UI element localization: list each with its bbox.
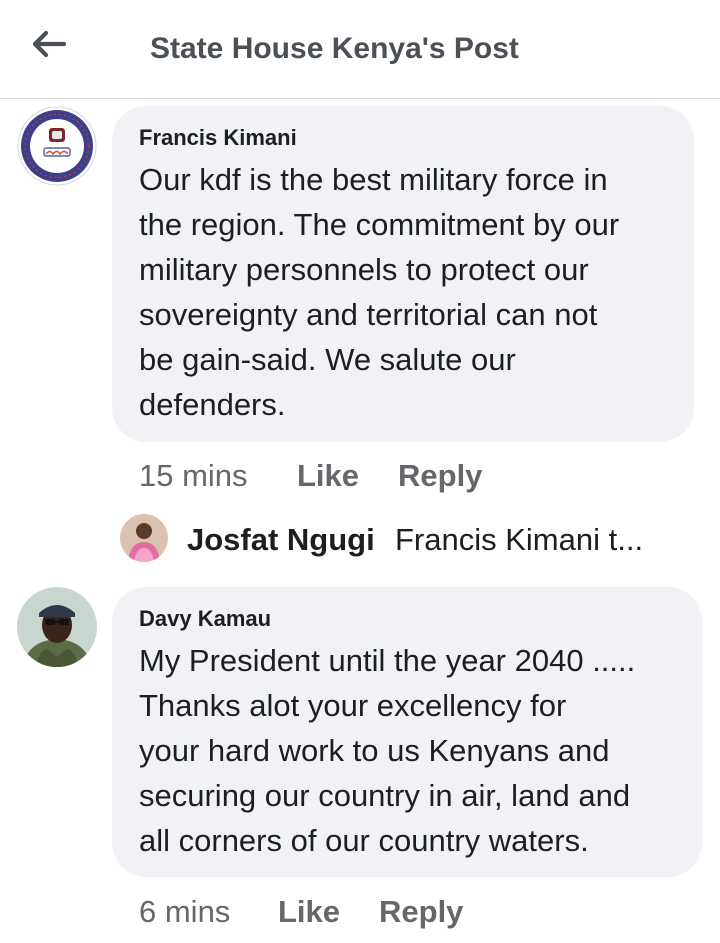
user-photo-avatar (17, 587, 97, 667)
reply-button[interactable]: Reply (398, 458, 482, 494)
comment-timestamp: 6 mins (139, 894, 231, 929)
back-button[interactable] (24, 24, 72, 64)
arrow-left-icon (32, 30, 66, 58)
user-photo-avatar (120, 514, 168, 562)
like-button[interactable]: Like (278, 894, 340, 930)
reply-preview-row[interactable]: Josfat Ngugi Francis Kimani t... (120, 514, 680, 564)
comment-text: Our kdf is the best military force in th… (139, 162, 620, 422)
government-seal-avatar (17, 106, 97, 186)
reply-button[interactable]: Reply (379, 894, 463, 930)
app-header: State House Kenya's Post (0, 0, 720, 99)
like-button[interactable]: Like (297, 458, 359, 494)
reply-preview-text: Francis Kimani t... (395, 522, 644, 557)
page-title: State House Kenya's Post (150, 32, 519, 65)
comment-author[interactable]: Francis Kimani (139, 125, 297, 151)
avatar[interactable] (17, 106, 97, 186)
comment-text: My President until the year 2040 ..... T… (139, 643, 636, 858)
avatar[interactable] (17, 587, 97, 667)
comment-author[interactable]: Davy Kamau (139, 606, 271, 632)
comment-timestamp: 15 mins (139, 458, 248, 493)
reply-avatar (120, 514, 168, 562)
reply-author: Josfat Ngugi (187, 522, 375, 557)
